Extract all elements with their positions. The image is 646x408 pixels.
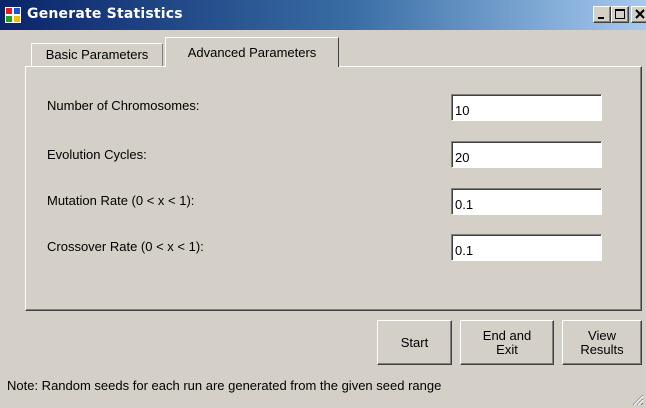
- evolution-cycles-input[interactable]: [451, 141, 602, 168]
- seed-note: Note: Random seeds for each run are gene…: [7, 378, 442, 393]
- tab-basic-parameters[interactable]: Basic Parameters: [31, 43, 163, 66]
- chromosomes-label: Number of Chromosomes:: [47, 98, 200, 113]
- maximize-button[interactable]: [611, 6, 629, 23]
- title-bar[interactable]: Generate Statistics: [0, 0, 646, 30]
- resize-grip-icon[interactable]: [630, 392, 644, 406]
- close-icon: [635, 9, 645, 19]
- view-results-button[interactable]: View Results: [562, 320, 642, 365]
- minimize-button[interactable]: [593, 6, 611, 23]
- start-button[interactable]: Start: [377, 320, 452, 365]
- window-title: Generate Statistics: [27, 6, 183, 22]
- evolution-cycles-label: Evolution Cycles:: [47, 147, 147, 162]
- end-and-exit-button[interactable]: End and Exit: [460, 320, 554, 365]
- chromosomes-input[interactable]: [451, 94, 602, 121]
- tab-advanced-parameters[interactable]: Advanced Parameters: [165, 37, 339, 67]
- mutation-rate-input[interactable]: [451, 188, 602, 215]
- close-button[interactable]: [631, 6, 646, 23]
- crossover-rate-input[interactable]: [451, 234, 602, 261]
- crossover-rate-label: Crossover Rate (0 < x < 1):: [47, 239, 204, 254]
- maximize-icon: [615, 9, 625, 19]
- app-window-icon: [5, 7, 21, 23]
- minimize-icon: [598, 17, 604, 19]
- mutation-rate-label: Mutation Rate (0 < x < 1):: [47, 193, 195, 208]
